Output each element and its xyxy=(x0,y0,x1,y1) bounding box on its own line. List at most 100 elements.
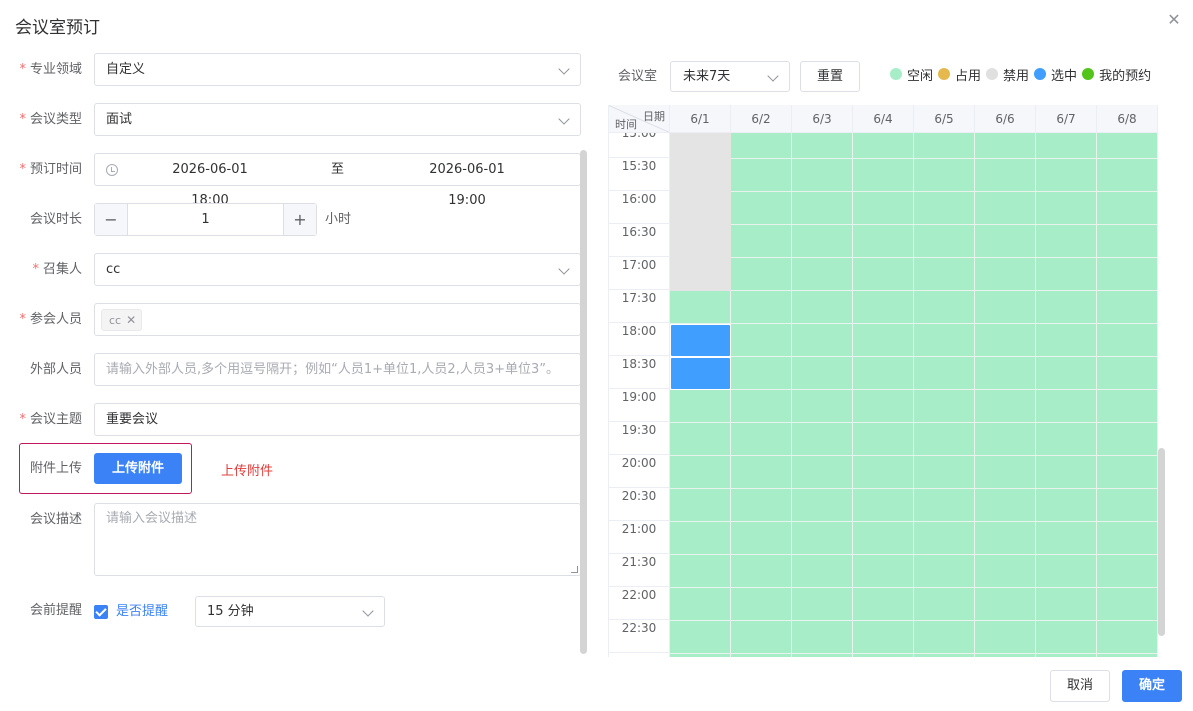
time-slot-free[interactable] xyxy=(670,390,731,423)
time-slot-free[interactable] xyxy=(914,192,975,225)
time-slot-free[interactable] xyxy=(853,159,914,192)
external-input[interactable]: 请输入外部人员,多个用逗号隔开；例如“人员1+单位1,人员2,人员3+单位3”。 xyxy=(94,353,581,386)
time-slot-free[interactable] xyxy=(1036,357,1097,390)
time-slot-free[interactable] xyxy=(914,291,975,324)
time-slot-free[interactable] xyxy=(975,159,1036,192)
form-scrollbar[interactable] xyxy=(580,150,587,654)
close-icon[interactable]: ✕ xyxy=(1166,12,1182,28)
grid-scrollbar[interactable] xyxy=(1158,448,1165,636)
time-slot-free[interactable] xyxy=(670,654,731,657)
time-slot-free[interactable] xyxy=(1097,423,1158,456)
time-slot-free[interactable] xyxy=(975,357,1036,390)
time-slot-free[interactable] xyxy=(1097,159,1158,192)
time-slot-free[interactable] xyxy=(914,390,975,423)
time-slot-free[interactable] xyxy=(792,324,853,357)
time-slot-free[interactable] xyxy=(1036,489,1097,522)
time-slot-free[interactable] xyxy=(792,489,853,522)
time-slot-free[interactable] xyxy=(853,192,914,225)
time-slot-free[interactable] xyxy=(792,588,853,621)
time-slot-free[interactable] xyxy=(853,489,914,522)
time-slot-free[interactable] xyxy=(853,555,914,588)
time-slot-free[interactable] xyxy=(975,522,1036,555)
time-slot-free[interactable] xyxy=(670,291,731,324)
time-slot-free[interactable] xyxy=(853,390,914,423)
field-domain-select[interactable]: 自定义 xyxy=(94,53,581,86)
time-slot-free[interactable] xyxy=(1036,588,1097,621)
time-slot-free[interactable] xyxy=(792,291,853,324)
time-slot-free[interactable] xyxy=(1097,357,1158,390)
time-slot-free[interactable] xyxy=(670,423,731,456)
time-slot-free[interactable] xyxy=(731,654,792,657)
time-slot-free[interactable] xyxy=(1036,456,1097,489)
time-slot-free[interactable] xyxy=(975,588,1036,621)
time-slot-free[interactable] xyxy=(853,225,914,258)
increment-button[interactable]: + xyxy=(283,204,316,235)
time-slot-free[interactable] xyxy=(975,423,1036,456)
resize-handle[interactable] xyxy=(571,566,578,573)
time-slot-free[interactable] xyxy=(731,588,792,621)
upload-attachment-button[interactable]: 上传附件 xyxy=(94,453,182,484)
cancel-button[interactable]: 取消 xyxy=(1050,670,1110,702)
time-slot-free[interactable] xyxy=(914,324,975,357)
time-slot-free[interactable] xyxy=(792,555,853,588)
time-slot-free[interactable] xyxy=(1097,390,1158,423)
time-slot-free[interactable] xyxy=(792,357,853,390)
time-slot-free[interactable] xyxy=(1036,225,1097,258)
time-slot-free[interactable] xyxy=(914,588,975,621)
time-slot-free[interactable] xyxy=(1036,423,1097,456)
time-slot-free[interactable] xyxy=(1097,555,1158,588)
time-slot-free[interactable] xyxy=(853,258,914,291)
time-slot-free[interactable] xyxy=(1097,225,1158,258)
duration-value[interactable]: 1 xyxy=(128,204,283,235)
time-slot-selected[interactable] xyxy=(670,357,731,390)
time-slot-free[interactable] xyxy=(975,324,1036,357)
time-slot-free[interactable] xyxy=(731,357,792,390)
time-slot-free[interactable] xyxy=(1097,654,1158,657)
time-slot-free[interactable] xyxy=(975,621,1036,654)
time-slot-free[interactable] xyxy=(792,621,853,654)
time-slot-free[interactable] xyxy=(914,357,975,390)
time-slot-free[interactable] xyxy=(731,423,792,456)
time-slot-free[interactable] xyxy=(731,621,792,654)
time-slot-free[interactable] xyxy=(731,225,792,258)
time-slot-free[interactable] xyxy=(670,588,731,621)
time-slot-free[interactable] xyxy=(914,555,975,588)
time-slot-free[interactable] xyxy=(792,456,853,489)
time-slot-free[interactable] xyxy=(1036,555,1097,588)
time-slot-free[interactable] xyxy=(731,456,792,489)
time-slot-free[interactable] xyxy=(731,291,792,324)
confirm-button[interactable]: 确定 xyxy=(1122,670,1182,702)
time-slot-free[interactable] xyxy=(731,555,792,588)
convener-select[interactable]: cc xyxy=(94,253,581,286)
time-slot-free[interactable] xyxy=(670,489,731,522)
time-slot-free[interactable] xyxy=(1036,258,1097,291)
time-slot-free[interactable] xyxy=(670,555,731,588)
time-slot-free[interactable] xyxy=(1097,588,1158,621)
time-slot-free[interactable] xyxy=(1036,390,1097,423)
time-slot-free[interactable] xyxy=(1036,621,1097,654)
time-slot-free[interactable] xyxy=(914,456,975,489)
remind-checkbox-label[interactable]: 是否提醒 xyxy=(116,596,168,627)
time-slot-free[interactable] xyxy=(975,192,1036,225)
time-slot-free[interactable] xyxy=(731,192,792,225)
time-slot-free[interactable] xyxy=(792,654,853,657)
time-slot-free[interactable] xyxy=(914,258,975,291)
room-range-select[interactable]: 未来7天 xyxy=(670,61,790,92)
time-slot-free[interactable] xyxy=(975,555,1036,588)
time-slot-free[interactable] xyxy=(853,291,914,324)
time-slot-free[interactable] xyxy=(914,522,975,555)
time-slot-selected[interactable] xyxy=(670,324,731,357)
close-icon[interactable]: ✕ xyxy=(126,313,136,327)
time-slot-free[interactable] xyxy=(792,390,853,423)
time-slot-free[interactable] xyxy=(792,423,853,456)
time-slot-free[interactable] xyxy=(853,654,914,657)
remind-checkbox[interactable] xyxy=(94,605,108,619)
reminder-time-select[interactable]: 15 分钟 xyxy=(195,596,385,627)
time-slot-free[interactable] xyxy=(914,621,975,654)
time-slot-free[interactable] xyxy=(1097,291,1158,324)
time-slot-free[interactable] xyxy=(853,522,914,555)
decrement-button[interactable]: − xyxy=(95,204,128,235)
time-slot-free[interactable] xyxy=(1036,324,1097,357)
time-slot-free[interactable] xyxy=(1097,192,1158,225)
time-slot-free[interactable] xyxy=(853,324,914,357)
